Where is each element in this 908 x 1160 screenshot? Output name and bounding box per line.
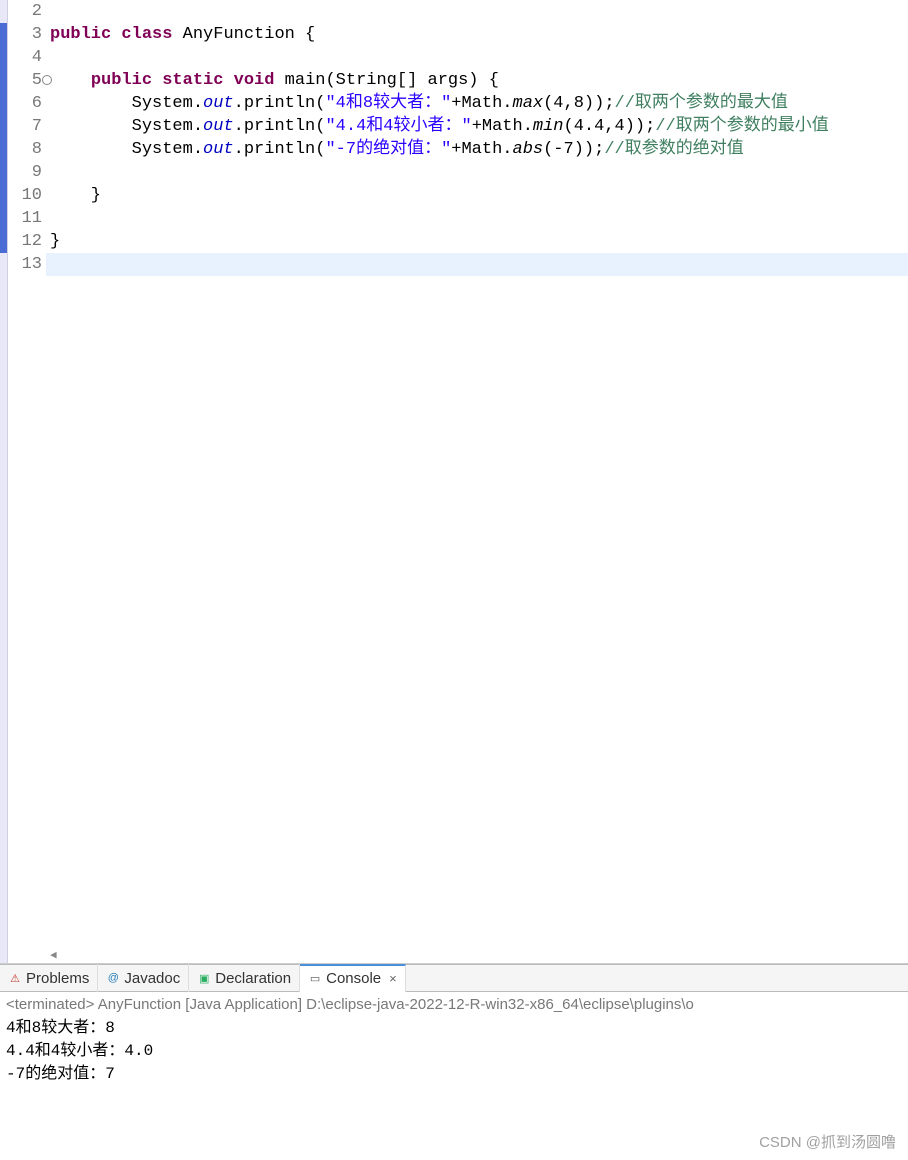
code-line[interactable]: System.out.println("-7的绝对值："+Math.abs(-7… [46,138,908,161]
line-number: 13 [8,253,42,276]
line-number: 3 [8,23,42,46]
line-number: 2 [8,0,42,23]
code-line[interactable]: } [46,184,908,207]
code-line[interactable] [46,253,908,276]
line-number: 8 [8,138,42,161]
console-line: 4.4和4较小者：4.0 [6,1040,902,1063]
bottom-tab-bar: ⚠ Problems @ Javadoc ▣ Declaration ▭ Con… [0,964,908,992]
console-output[interactable]: 4和8较大者：84.4和4较小者：4.0-7的绝对值：7 [0,1015,908,1088]
line-number: 10 [8,184,42,207]
horizontal-scrollbar[interactable]: ◀ [46,947,61,963]
close-icon[interactable]: × [385,971,397,986]
code-line[interactable] [46,161,908,184]
code-line[interactable] [46,207,908,230]
overview-ruler [0,0,8,963]
line-number: 12 [8,230,42,253]
line-number: 9 [8,161,42,184]
tab-label: Console [326,970,381,987]
code-line[interactable]: } [46,230,908,253]
tab-javadoc[interactable]: @ Javadoc [98,964,189,992]
console-icon: ▭ [308,972,322,986]
tab-declaration[interactable]: ▣ Declaration [189,964,300,992]
scroll-left-icon[interactable]: ◀ [46,948,61,962]
code-line[interactable] [46,46,908,69]
tab-console[interactable]: ▭ Console × [300,964,406,992]
tab-label: Javadoc [124,970,180,987]
code-line[interactable] [46,0,908,23]
console-line: -7的绝对值：7 [6,1063,902,1086]
console-process-info: <terminated> AnyFunction [Java Applicati… [0,992,908,1015]
watermark-text: CSDN @抓到汤圆噜 [759,1131,896,1152]
code-line[interactable]: System.out.println("4.4和4较小者："+Math.min(… [46,115,908,138]
line-number: 7 [8,115,42,138]
line-number: 6 [8,92,42,115]
code-line[interactable]: System.out.println("4和8较大者："+Math.max(4,… [46,92,908,115]
code-line[interactable]: public class AnyFunction { [46,23,908,46]
problems-icon: ⚠ [8,971,22,985]
tab-problems[interactable]: ⚠ Problems [0,964,98,992]
line-number-gutter: 2345678910111213 [8,0,46,963]
tab-label: Declaration [215,970,291,987]
tab-label: Problems [26,970,89,987]
line-number: 5 [8,69,42,92]
editor-area[interactable]: 2345678910111213 public class AnyFunctio… [0,0,908,964]
code-line[interactable]: public static void main(String[] args) { [46,69,908,92]
declaration-icon: ▣ [197,971,211,985]
code-content[interactable]: public class AnyFunction { public static… [46,0,908,963]
console-line: 4和8较大者：8 [6,1017,902,1040]
line-number: 11 [8,207,42,230]
line-number: 4 [8,46,42,69]
javadoc-icon: @ [106,971,120,985]
override-indicator-icon [42,75,52,85]
